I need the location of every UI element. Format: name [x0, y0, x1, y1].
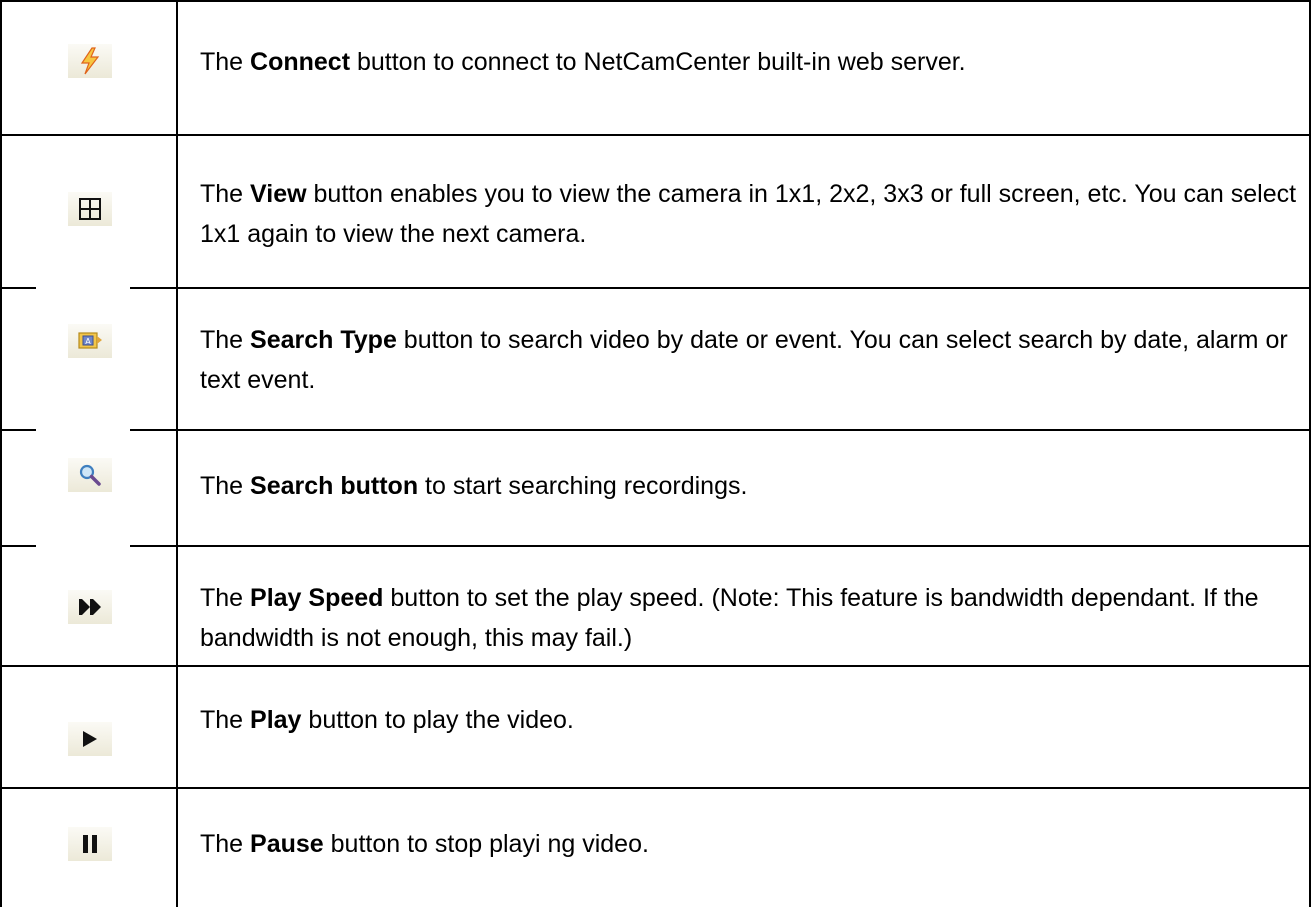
magnifier-icon: [79, 464, 101, 486]
button-name: Pause: [250, 830, 324, 858]
play-description: The Play button to play the video.: [200, 700, 1300, 740]
pause-button[interactable]: [68, 827, 112, 861]
description-text: to start searching recordings.: [418, 472, 748, 500]
grid-view-icon: [79, 198, 101, 220]
search-type-description: The Search Type button to search video b…: [200, 320, 1300, 400]
description-text: The: [200, 180, 251, 208]
row-separator: [0, 134, 1311, 136]
description-text: button to connect to NetCamCenter built-…: [350, 48, 966, 76]
description-text: button to play the video.: [301, 706, 574, 734]
description-text: button enables you to view the camera in…: [200, 180, 1297, 248]
search-button[interactable]: [68, 458, 112, 492]
svg-text:A: A: [85, 337, 91, 346]
play-speed-description: The Play Speed button to set the play sp…: [200, 578, 1300, 658]
button-name: Search Type: [250, 326, 397, 354]
row-separator: [130, 545, 1311, 547]
row-separator: [0, 287, 36, 289]
search-type-button[interactable]: A: [68, 324, 112, 358]
row-separator: [130, 429, 1311, 431]
button-name: Search button: [250, 472, 419, 500]
column-divider: [176, 0, 178, 907]
play-speed-button[interactable]: [68, 590, 112, 624]
description-text: The: [200, 48, 251, 76]
pause-description: The Pause button to stop playi ng video.: [200, 824, 1300, 864]
button-name: View: [250, 180, 307, 208]
play-icon: [83, 731, 97, 747]
view-button[interactable]: [68, 192, 112, 226]
row-separator: [0, 429, 36, 431]
description-text: The: [200, 472, 251, 500]
fast-forward-icon: [79, 599, 101, 615]
play-button[interactable]: [68, 722, 112, 756]
button-name: Connect: [250, 48, 351, 76]
description-text: button to stop playi ng video.: [323, 830, 649, 858]
row-separator: [0, 787, 1311, 789]
icon-description-table: The Connect button to connect to NetCamC…: [0, 0, 1311, 907]
pause-icon: [83, 835, 97, 853]
lightning-icon: [80, 47, 100, 75]
description-text: The: [200, 706, 251, 734]
connect-description: The Connect button to connect to NetCamC…: [200, 42, 1300, 82]
search-type-icon: A: [78, 332, 102, 349]
row-separator: [0, 665, 1311, 667]
row-separator: [0, 545, 36, 547]
button-name: Play: [250, 706, 302, 734]
connect-button[interactable]: [68, 44, 112, 78]
table-border-left: [0, 0, 2, 907]
description-text: The: [200, 584, 251, 612]
view-description: The View button enables you to view the …: [200, 174, 1300, 254]
table-border-top: [0, 0, 1311, 2]
description-text: The: [200, 326, 251, 354]
description-text: The: [200, 830, 251, 858]
button-name: Play Speed: [250, 584, 384, 612]
row-separator: [130, 287, 1311, 289]
search-description: The Search button to start searching rec…: [200, 466, 1300, 506]
